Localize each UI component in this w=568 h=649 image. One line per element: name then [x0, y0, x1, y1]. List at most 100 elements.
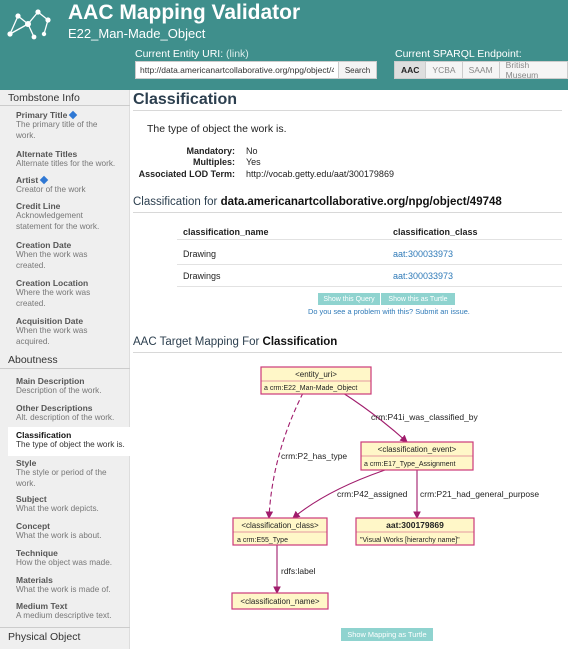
sidebar-item-description: What the work depicts.: [16, 504, 99, 513]
endpoint-tab-aac[interactable]: AAC: [394, 61, 427, 79]
sidebar-item-main-description[interactable]: Main Description Description of the work…: [0, 376, 130, 397]
edge-label-has-type: crm:P2_has_type: [281, 451, 347, 461]
entity-uri-label: Current Entity URI: (link): [135, 48, 249, 60]
node-classification-class: <classification_class> a crm:E55_Type: [232, 517, 328, 546]
sidebar-item-label: Style: [16, 458, 37, 468]
sidebar-item-description: When the work was: [16, 250, 88, 259]
sidebar-item-classification[interactable]: Classification The type of object the wo…: [8, 427, 131, 456]
search-button[interactable]: Search: [338, 61, 377, 79]
edge-label-rdfs-label: rdfs:label: [281, 566, 316, 576]
sidebar-item-description: The type of object the work is.: [16, 440, 125, 449]
endpoint-tabs: AAC YCBA SAAM British Museum: [394, 60, 568, 80]
table-cell-class-link[interactable]: aat:300033973: [393, 249, 453, 259]
title-divider: [133, 110, 562, 111]
sidebar-item-creation-date[interactable]: Creation Date When the work was created.: [0, 240, 130, 271]
column-header-classification-name: classification_name: [183, 227, 269, 237]
sidebar-item-subject[interactable]: Subject What the work depicts.: [0, 494, 130, 515]
sidebar-item-medium-text[interactable]: Medium Text A medium descriptive text.: [0, 601, 130, 622]
node-type: "Visual Works [hierarchy name]": [360, 537, 460, 544]
sidebar-item-label: Creation Location: [16, 278, 89, 288]
page-title: Classification: [133, 91, 238, 108]
endpoint-tab-british-museum[interactable]: British Museum: [498, 60, 568, 80]
sidebar-item-label: Artist: [16, 175, 39, 185]
node-aat-term: aat:300179869 "Visual Works [hierarchy n…: [355, 517, 475, 546]
sidebar-item-description: How the object was made.: [16, 558, 113, 567]
sidebar-item-description: statement for the work.: [16, 221, 100, 231]
sidebar-item-description: The style or period of the: [16, 468, 107, 477]
mandatory-label: Mandatory:: [186, 146, 235, 156]
sidebar-divider: [0, 368, 130, 369]
sidebar-item-description: Creator of the work: [16, 185, 86, 194]
required-diamond-icon: [39, 175, 49, 185]
sidebar-item-concept[interactable]: Concept What the work is about.: [0, 521, 130, 542]
mapping-divider: [133, 352, 562, 353]
endpoint-tab-saam[interactable]: SAAM: [461, 61, 500, 79]
multiples-value: Yes: [246, 157, 261, 167]
sidebar-item-description: What the work is about.: [16, 531, 102, 540]
node-label: <classification_event>: [378, 445, 457, 454]
table-cell-name: Drawings: [183, 271, 221, 281]
sidebar-item-materials[interactable]: Materials What the work is made of.: [0, 575, 130, 596]
required-diamond-icon: [69, 110, 78, 120]
node-label: <entity_uri>: [295, 370, 337, 379]
endpoint-tab-ycba[interactable]: YCBA: [425, 61, 463, 79]
sidebar-item-description: When the work was: [16, 326, 88, 335]
edge-label-had-general-purpose: crm:P21_had_general_purpose: [420, 489, 539, 499]
results-heading: Classification for data.americanartcolla…: [133, 196, 502, 208]
sidebar-item-technique[interactable]: Technique How the object was made.: [0, 548, 130, 569]
app-header: AAC Mapping Validator E22_Man-Made_Objec…: [0, 0, 568, 90]
table-row-divider: [177, 286, 562, 287]
sidebar-item-description: What the work is made of.: [16, 585, 111, 594]
sidebar-item-acquisition-date[interactable]: Acquisition Date When the work was acqui…: [0, 316, 130, 347]
show-mapping-turtle-button[interactable]: Show Mapping as Turtle: [341, 628, 433, 641]
sidebar-section-tombstone: Tombstone Info: [8, 92, 80, 104]
show-query-button[interactable]: Show this Query: [318, 293, 380, 305]
node-label: aat:300179869: [386, 520, 444, 530]
sidebar-item-credit-line[interactable]: Credit Line Acknowledgement statement fo…: [0, 201, 130, 232]
node-entity-uri: <entity_uri> a crm:E22_Man-Made_Object: [260, 366, 372, 395]
sidebar-item-creation-location[interactable]: Creation Location Where the work was cre…: [0, 278, 130, 309]
sidebar-item-other-descriptions[interactable]: Other Descriptions Alt. description of t…: [0, 403, 130, 424]
sidebar-item-label: Acquisition Date: [16, 316, 84, 326]
sidebar-item-label: Technique: [16, 548, 58, 558]
sidebar-section-physical-object: Physical Object: [8, 631, 81, 643]
sidebar-item-label: Alternate Titles: [16, 149, 78, 159]
sidebar-item-label: Materials: [16, 575, 53, 585]
entity-uri-input[interactable]: [135, 61, 339, 79]
app-title: AAC Mapping Validator: [68, 1, 301, 24]
network-graph-logo-icon: [7, 9, 51, 40]
table-cell-name: Drawing: [183, 249, 217, 259]
sidebar-item-label: Medium Text: [16, 601, 68, 611]
node-label: <classification_name>: [240, 597, 319, 606]
node-label: <classification_class>: [241, 521, 319, 530]
mapping-heading: AAC Target Mapping For Classification: [133, 336, 338, 348]
sidebar-item-label: Credit Line: [16, 201, 61, 211]
sidebar-item-label: Classification: [16, 430, 72, 440]
sidebar-item-label: Concept: [16, 521, 50, 531]
sidebar-item-primary-title[interactable]: Primary Title The primary title of the w…: [0, 110, 130, 141]
sidebar-item-label: Main Description: [16, 376, 85, 386]
show-turtle-button[interactable]: Show this as Turtle: [381, 293, 455, 305]
sidebar-item-style[interactable]: Style The style or period of the work.: [0, 458, 130, 489]
sidebar-item-description: The primary title of the: [16, 120, 98, 129]
sidebar-item-description: Where the work was: [16, 288, 91, 297]
node-type: a crm:E55_Type: [237, 537, 288, 544]
edge-label-was-classified-by: crm:P41i_was_classified_by: [371, 412, 479, 422]
submit-issue-link[interactable]: Do you see a problem with this? Submit a…: [308, 307, 470, 316]
table-cell-class-link[interactable]: aat:300033973: [393, 271, 453, 281]
sidebar-item-label: Creation Date: [16, 240, 72, 250]
mandatory-value: No: [246, 146, 258, 156]
entity-uri-link[interactable]: (link): [226, 48, 249, 60]
sidebar-divider: [0, 105, 130, 106]
sidebar-item-description: work.: [16, 130, 36, 140]
sidebar-section-aboutness: Aboutness: [8, 354, 58, 366]
edge-label-assigned: crm:P42_assigned: [337, 489, 408, 499]
sidebar-item-description: Alt. description of the work.: [16, 413, 115, 422]
results-divider: [133, 212, 562, 213]
sidebar-item-description: Description of the work.: [16, 386, 102, 395]
sidebar-item-description: work.: [16, 478, 36, 488]
sidebar-item-description: acquired.: [16, 336, 50, 346]
lod-term-value: http://vocab.getty.edu/aat/300179869: [246, 169, 394, 179]
sidebar-item-description: created.: [16, 298, 46, 308]
sidebar-item-label: Other Descriptions: [16, 403, 93, 413]
